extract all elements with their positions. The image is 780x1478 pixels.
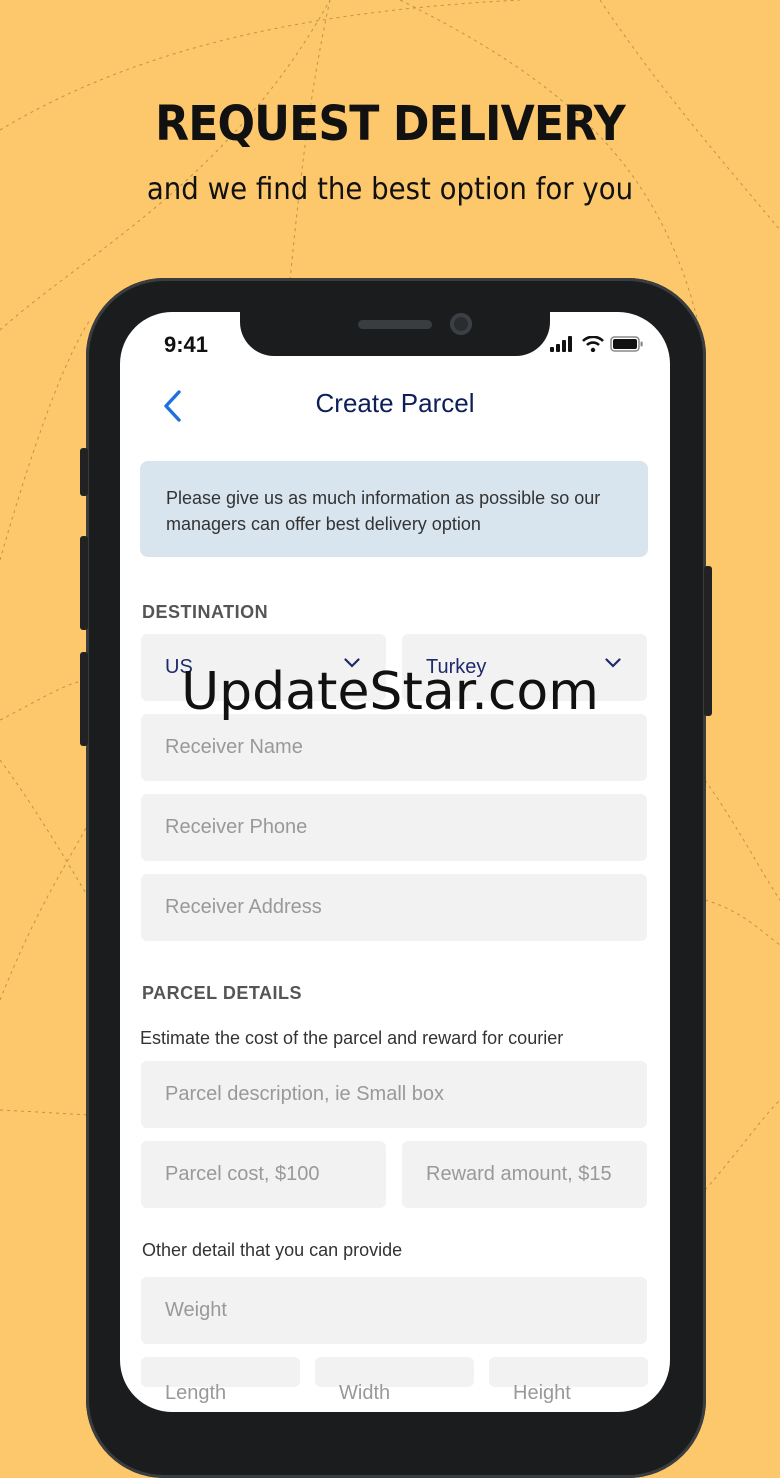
other-details-hint: Other detail that you can provide — [142, 1240, 403, 1260]
reward-amount-placeholder: Reward amount, $15 — [426, 1163, 612, 1185]
promo-subline: and we find the best option for you — [146, 172, 634, 207]
status-icons — [550, 336, 644, 352]
status-time: 9:41 — [164, 332, 209, 357]
parcel-description-input[interactable]: Parcel description, ie Small box — [141, 1061, 647, 1128]
destination-section-label: DESTINATION — [142, 602, 269, 622]
signal-icon — [550, 336, 572, 352]
wifi-icon — [582, 336, 604, 352]
phone-camera — [450, 313, 472, 335]
length-placeholder: Length — [165, 1382, 227, 1404]
receiver-address-input[interactable]: Receiver Address — [141, 874, 647, 941]
height-input[interactable]: Height — [489, 1357, 648, 1404]
receiver-name-placeholder: Receiver Name — [165, 736, 303, 758]
weight-input[interactable]: Weight — [141, 1277, 647, 1344]
width-placeholder: Width — [339, 1382, 391, 1404]
receiver-phone-placeholder: Receiver Phone — [165, 816, 308, 838]
weight-placeholder: Weight — [165, 1299, 227, 1321]
info-message: Please give us as much information as po… — [140, 461, 648, 557]
parcel-cost-input[interactable]: Parcel cost, $100 — [141, 1141, 386, 1208]
phone-side-button — [80, 536, 88, 630]
watermark: UpdateStar.com — [181, 662, 599, 722]
parcel-cost-placeholder: Parcel cost, $100 — [165, 1163, 320, 1185]
receiver-phone-input[interactable]: Receiver Phone — [141, 794, 647, 861]
phone-notch — [240, 312, 550, 356]
phone-side-button — [80, 448, 88, 496]
reward-amount-input[interactable]: Reward amount, $15 — [402, 1141, 647, 1208]
parcel-description-placeholder: Parcel description, ie Small box — [165, 1083, 445, 1105]
promo-headline: REQUEST DELIVERY — [155, 96, 626, 152]
receiver-name-input[interactable]: Receiver Name — [141, 714, 647, 781]
page-title: Create Parcel — [315, 388, 475, 418]
width-input[interactable]: Width — [315, 1357, 474, 1404]
height-placeholder: Height — [513, 1382, 571, 1404]
phone-speaker — [358, 320, 432, 329]
receiver-address-placeholder: Receiver Address — [165, 896, 322, 918]
battery-icon — [610, 336, 643, 352]
parcel-details-section-label: PARCEL DETAILS — [142, 983, 303, 1003]
parcel-details-hint: Estimate the cost of the parcel and rewa… — [140, 1028, 564, 1048]
length-input[interactable]: Length — [141, 1357, 300, 1404]
